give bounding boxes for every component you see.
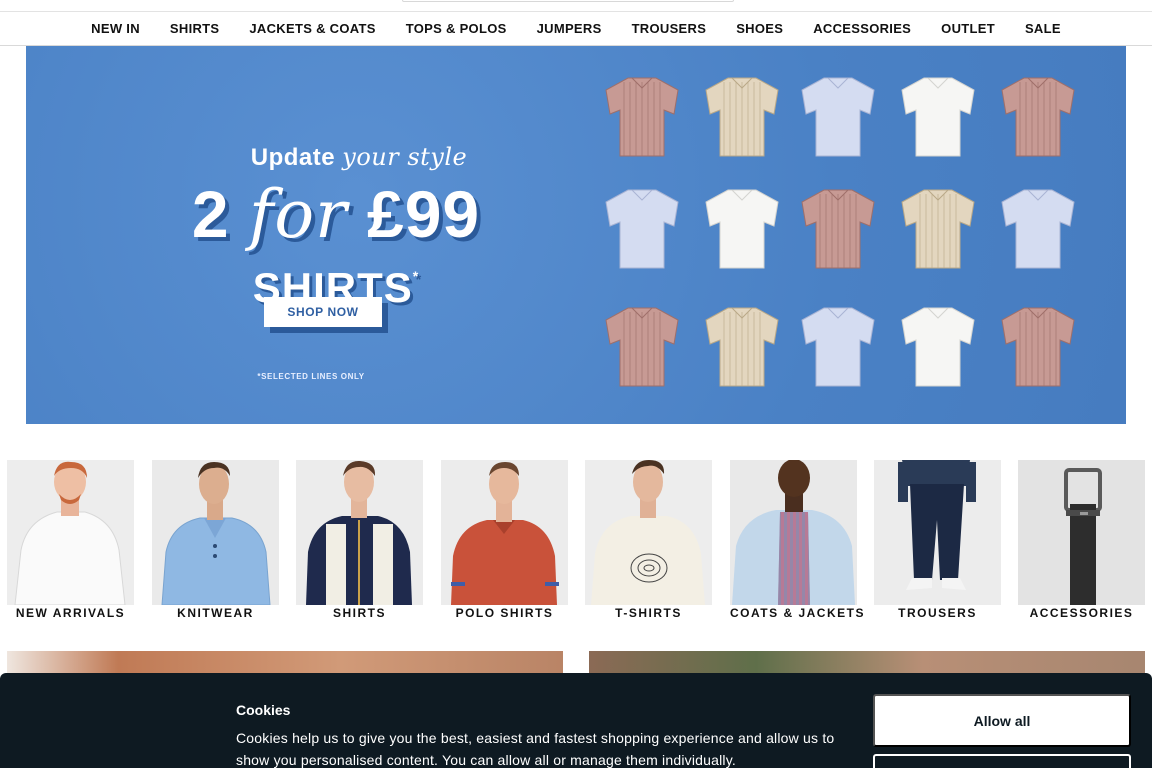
model-blue-knit-polo-image xyxy=(152,460,279,605)
hero-offer: 2 for £99 xyxy=(176,176,496,253)
category-label: NEW ARRIVALS xyxy=(15,606,126,620)
category-label: KNITWEAR xyxy=(177,606,254,620)
hero-disclaimer: *SELECTED LINES ONLY xyxy=(257,372,365,381)
shirt-white-icon xyxy=(901,77,975,157)
nav-new-in[interactable]: NEW IN xyxy=(91,21,140,36)
category-label: T-SHIRTS xyxy=(615,606,682,620)
category-trousers[interactable]: TROUSERS xyxy=(874,460,1001,630)
nav-accessories[interactable]: ACCESSORIES xyxy=(813,21,911,36)
hero-update-text: Update xyxy=(250,144,336,171)
shirt-stripe-icon xyxy=(705,307,779,387)
hero-tagline: Update your style xyxy=(224,143,494,172)
hero-your-style-text: your style xyxy=(342,143,468,171)
category-image xyxy=(296,460,423,605)
category-label: SHIRTS xyxy=(332,606,386,620)
cookie-banner: Cookies Cookies help us to give you the … xyxy=(0,673,1152,784)
model-striped-shirt-image xyxy=(296,460,423,605)
category-label: TROUSERS xyxy=(898,606,977,620)
shirt-oxford-icon xyxy=(605,189,679,269)
shirt-oxford-icon xyxy=(1001,189,1075,269)
manage-cookies-button[interactable] xyxy=(873,754,1131,784)
nav-sale[interactable]: SALE xyxy=(1025,21,1061,36)
hero-asterisk: * xyxy=(412,268,420,284)
nav-jackets-coats[interactable]: JACKETS & COATS xyxy=(249,21,375,36)
hero-shirt-grid xyxy=(604,76,1084,396)
category-image xyxy=(1018,460,1145,605)
cookie-title: Cookies xyxy=(236,702,291,718)
shirt-check-icon xyxy=(605,77,679,157)
category-label: COATS & JACKETS xyxy=(730,606,865,620)
category-coats-jackets[interactable]: COATS & JACKETS xyxy=(730,460,865,630)
shirt-stripe-icon xyxy=(705,77,779,157)
category-image xyxy=(7,460,134,605)
nav-jumpers[interactable]: JUMPERS xyxy=(537,21,602,36)
category-label: ACCESSORIES xyxy=(1029,606,1134,620)
shop-now-button[interactable]: SHOP NOW xyxy=(264,297,382,327)
category-shirts[interactable]: SHIRTS xyxy=(296,460,423,630)
belt-image xyxy=(1018,460,1145,605)
shirt-check-icon xyxy=(605,307,679,387)
category-image xyxy=(441,460,568,605)
shirt-check-icon xyxy=(1001,307,1075,387)
nav-trousers[interactable]: TROUSERS xyxy=(632,21,707,36)
nav-tops-polos[interactable]: TOPS & POLOS xyxy=(406,21,507,36)
model-navy-trousers-image xyxy=(874,460,1001,605)
category-accessories[interactable]: ACCESSORIES xyxy=(1018,460,1145,630)
category-polo-shirts[interactable]: POLO SHIRTS xyxy=(441,460,568,630)
hero-offer-qty: 2 xyxy=(191,177,230,251)
nav-shirts[interactable]: SHIRTS xyxy=(170,21,219,36)
shirt-check-icon xyxy=(801,189,875,269)
model-white-shirt-image xyxy=(7,460,134,605)
shirt-oxford-icon xyxy=(801,77,875,157)
hero-offer-price: £99 xyxy=(367,177,481,251)
shirt-white-icon xyxy=(705,189,779,269)
top-strip xyxy=(0,0,1152,12)
category-image xyxy=(585,460,712,605)
category-knitwear[interactable]: KNITWEAR xyxy=(152,460,279,630)
shirt-oxford-icon xyxy=(801,307,875,387)
nav-outlet[interactable]: OUTLET xyxy=(941,21,995,36)
hero-offer-for: for xyxy=(248,176,348,253)
category-new-arrivals[interactable]: NEW ARRIVALS xyxy=(7,460,134,630)
nav-shoes[interactable]: SHOES xyxy=(736,21,783,36)
cookie-text: Cookies help us to give you the best, ea… xyxy=(236,730,835,768)
model-light-blue-jacket-image xyxy=(730,460,857,605)
shirt-white-icon xyxy=(901,307,975,387)
shirt-stripe-icon xyxy=(901,189,975,269)
category-image xyxy=(152,460,279,605)
category-label: POLO SHIRTS xyxy=(455,606,554,620)
shirt-check-icon xyxy=(1001,77,1075,157)
model-white-tshirt-image xyxy=(585,460,712,605)
main-nav: NEW IN SHIRTS JACKETS & COATS TOPS & POL… xyxy=(0,12,1152,46)
hero-banner[interactable]: Update your style 2 for £99 SHIRTS* SHOP… xyxy=(26,46,1126,424)
category-image xyxy=(730,460,857,605)
category-t-shirts[interactable]: T-SHIRTS xyxy=(585,460,712,630)
allow-all-button[interactable]: Allow all xyxy=(873,694,1131,747)
model-red-polo-image xyxy=(441,460,568,605)
search-bar[interactable] xyxy=(402,0,734,2)
category-image xyxy=(874,460,1001,605)
category-row: NEW ARRIVALS KNITWEAR SHIRTS POLO SHIRTS… xyxy=(0,460,1152,630)
